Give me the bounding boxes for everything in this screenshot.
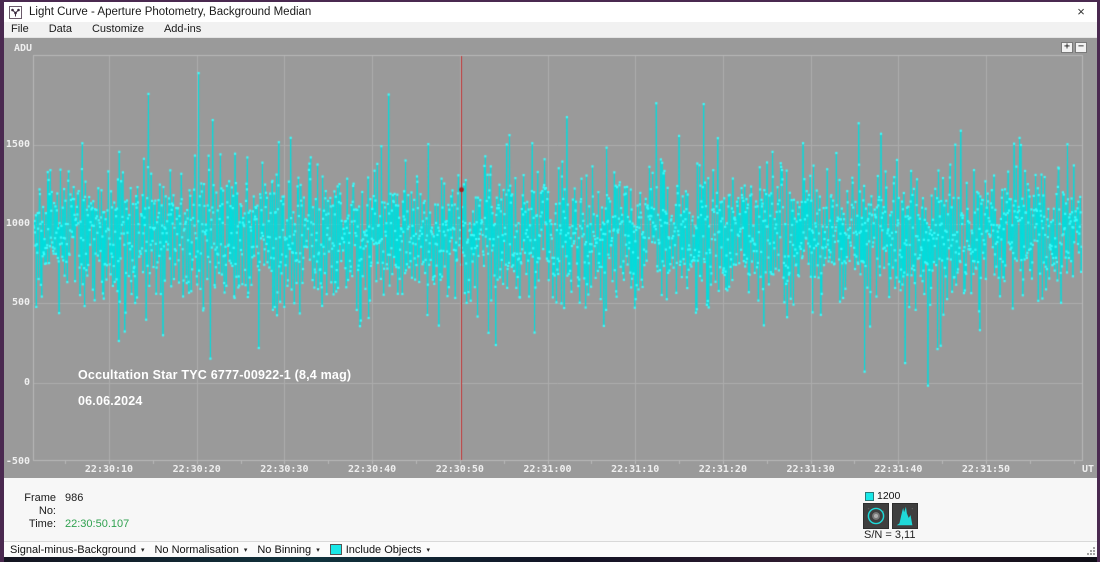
x-tick-label: 22:30:40 (342, 464, 402, 475)
chevron-down-icon: ▾ (244, 546, 248, 554)
frame-no-label: Frame No: (10, 492, 65, 518)
chevron-down-icon: ▾ (316, 546, 320, 554)
y-axis-unit-label: ADU (14, 43, 32, 54)
frame-no-value: 986 (65, 492, 83, 518)
light-curve-window: Light Curve - Aperture Photometry, Backg… (0, 0, 1100, 562)
dropdown-signal-minus-background[interactable]: Signal-minus-Background ▾ (7, 544, 151, 556)
aperture-thumbnail-icon (863, 503, 889, 529)
titlebar: Light Curve - Aperture Photometry, Backg… (4, 2, 1097, 22)
menu-customize[interactable]: Customize (82, 22, 154, 37)
dropdown-label: No Normalisation (154, 544, 238, 556)
y-tick-label: -500 (4, 456, 30, 467)
frame-info: Frame No: 986 Time: 22:30:50.107 (10, 492, 129, 531)
y-tick-label: 1000 (4, 218, 30, 229)
x-tick-label: 22:31:10 (605, 464, 665, 475)
x-tick-label: 22:30:20 (167, 464, 227, 475)
app-icon (9, 6, 22, 19)
x-tick-label: 22:30:10 (79, 464, 139, 475)
x-tick-label: 22:30:50 (430, 464, 490, 475)
series-legend: 1200 (865, 490, 900, 502)
menu-data[interactable]: Data (39, 22, 82, 37)
time-value: 22:30:50.107 (65, 518, 129, 531)
object-thumbnails (863, 503, 918, 529)
x-tick-label: 22:30:30 (254, 464, 314, 475)
dropdown-label: Signal-minus-Background (10, 544, 136, 556)
psf-profile-thumbnail-icon (892, 503, 918, 529)
resize-grip-icon[interactable] (1087, 547, 1095, 555)
window-title: Light Curve - Aperture Photometry, Backg… (29, 6, 311, 18)
chevron-down-icon: ▾ (141, 546, 145, 554)
series-legend-label: 1200 (877, 490, 900, 502)
series-color-swatch (865, 492, 874, 501)
status-region: Frame No: 986 Time: 22:30:50.107 1200 (4, 478, 1097, 541)
menu-add-ins[interactable]: Add-ins (154, 22, 211, 37)
dropdown-include-objects[interactable]: Include Objects ▾ (327, 544, 437, 556)
chevron-down-icon: ▾ (427, 546, 431, 554)
x-tick-label: 22:31:30 (781, 464, 841, 475)
light-curve-plot[interactable] (4, 38, 1097, 478)
x-tick-label: 22:31:40 (868, 464, 928, 475)
y-tick-label: 500 (4, 297, 30, 308)
x-tick-label: 22:31:20 (693, 464, 753, 475)
zoom-buttons: + − (1061, 42, 1087, 53)
y-tick-label: 0 (4, 377, 30, 388)
zoom-in-button[interactable]: + (1061, 42, 1073, 53)
chart-title-annotation: Occultation Star TYC 6777-00922-1 (8,4 m… (78, 368, 351, 382)
menu-file[interactable]: File (4, 22, 39, 37)
menubar: FileDataCustomizeAdd-ins (4, 22, 1097, 38)
x-tick-label: 22:31:50 (956, 464, 1016, 475)
y-tick-label: 1500 (4, 139, 30, 150)
chart-region: ADU UT -500 0 500 1000 1500 22:30:10 22:30:20… (4, 38, 1097, 478)
x-tick-label: 22:31:00 (518, 464, 578, 475)
close-icon[interactable]: × (1073, 4, 1089, 20)
chart-date-annotation: 06.06.2024 (78, 394, 143, 408)
snr-value: S/N = 3,11 (864, 529, 915, 541)
time-label: Time: (10, 518, 65, 531)
zoom-out-button[interactable]: − (1075, 42, 1087, 53)
dropdown-label: No Binning (257, 544, 311, 556)
window-bottom-border (4, 557, 1097, 562)
dropdown-no-binning[interactable]: No Binning ▾ (254, 544, 326, 556)
dropdown-no-normalisation[interactable]: No Normalisation ▾ (151, 544, 254, 556)
bottom-toolbar: Signal-minus-Background▾No Normalisation… (4, 541, 1097, 557)
include-objects-swatch (330, 544, 342, 555)
dropdown-label: Include Objects (346, 544, 422, 556)
x-axis-unit-label: UT (1082, 464, 1094, 475)
